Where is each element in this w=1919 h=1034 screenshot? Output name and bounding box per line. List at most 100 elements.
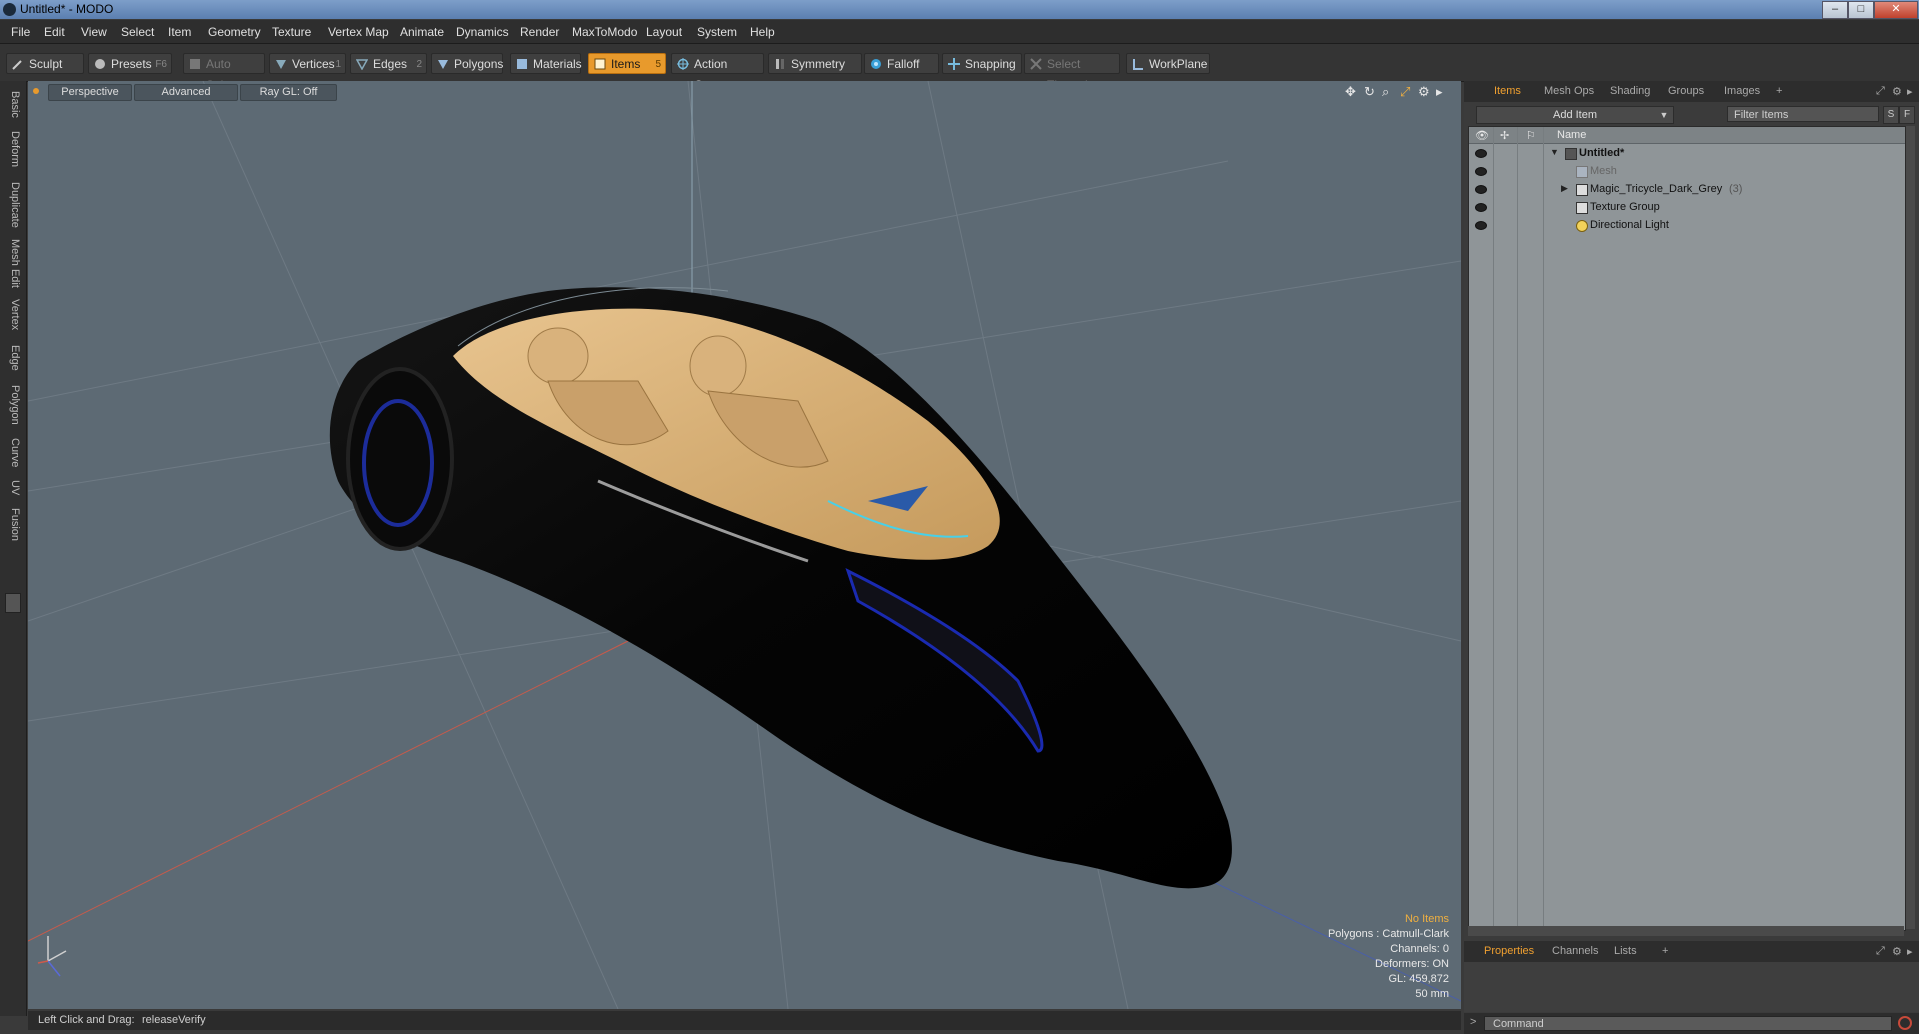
menu-item[interactable]: Item bbox=[168, 25, 191, 39]
texture-group-icon bbox=[1576, 202, 1588, 214]
menu-dynamics[interactable]: Dynamics bbox=[456, 25, 509, 39]
rotate-view-icon[interactable]: ↻ bbox=[1364, 84, 1375, 100]
vertices-button[interactable]: Vertices 1 bbox=[269, 53, 346, 74]
menu-help[interactable]: Help bbox=[750, 25, 775, 39]
filter-f-button[interactable]: F bbox=[1899, 106, 1915, 124]
tab-groups[interactable]: Groups bbox=[1668, 85, 1704, 97]
3d-viewport[interactable]: Perspective Advanced Ray GL: Off ✥ ↻ ⌕ ⤢… bbox=[28, 81, 1461, 1009]
polygons-button[interactable]: Polygons bbox=[431, 53, 503, 74]
maximize-button[interactable]: □ bbox=[1848, 1, 1874, 19]
render-column-icon[interactable]: ⚐ bbox=[1526, 129, 1536, 142]
zoom-view-icon[interactable]: ⌕ bbox=[1382, 84, 1389, 100]
snapping-button[interactable]: Snapping bbox=[942, 53, 1022, 74]
pop-out-icon[interactable]: ⤢ bbox=[1876, 85, 1885, 98]
menu-geometry[interactable]: Geometry bbox=[208, 25, 261, 39]
menu-vertex-map[interactable]: Vertex Map bbox=[328, 25, 389, 39]
panel-gear-icon[interactable]: ⚙ bbox=[1892, 945, 1902, 958]
presets-button[interactable]: Presets F6 bbox=[88, 53, 172, 74]
panel-gear-icon[interactable]: ⚙ bbox=[1892, 85, 1902, 98]
items-button[interactable]: Items 5 bbox=[588, 53, 666, 74]
tab-duplicate[interactable]: Duplicate bbox=[3, 179, 21, 231]
tab-mesh-edit[interactable]: Mesh Edit bbox=[3, 237, 21, 289]
raygl-toggle[interactable]: Ray GL: Off bbox=[240, 84, 337, 101]
menu-edit[interactable]: Edit bbox=[44, 25, 65, 39]
tab-collapse-handle[interactable] bbox=[5, 593, 21, 613]
list-item[interactable]: Mesh bbox=[1469, 163, 1905, 181]
menu-file[interactable]: File bbox=[11, 25, 30, 39]
select-through-button[interactable]: Select Through bbox=[1024, 53, 1120, 92]
item-list-hscrollbar[interactable] bbox=[1468, 926, 1904, 936]
menu-select[interactable]: Select bbox=[121, 25, 154, 39]
status-hint: Left Click and Drag: bbox=[38, 1014, 135, 1026]
tab-curve[interactable]: Curve bbox=[3, 435, 21, 471]
menu-layout[interactable]: Layout bbox=[646, 25, 682, 39]
filter-items-input[interactable]: Filter Items bbox=[1727, 106, 1879, 122]
record-icon[interactable] bbox=[1898, 1016, 1912, 1030]
menu-animate[interactable]: Animate bbox=[400, 25, 444, 39]
action-center-button[interactable]: Action Center bbox=[671, 53, 764, 92]
eye-icon[interactable] bbox=[1475, 167, 1487, 176]
symmetry-button[interactable]: Symmetry bbox=[768, 53, 862, 74]
items-icon bbox=[594, 58, 606, 70]
tab-lists[interactable]: Lists bbox=[1614, 945, 1637, 957]
panel-menu-arrow-icon[interactable]: ▸ bbox=[1907, 945, 1913, 958]
tab-edge[interactable]: Edge bbox=[3, 341, 21, 375]
lock-column-icon[interactable]: ✢ bbox=[1500, 129, 1509, 142]
list-item[interactable]: ▶ Magic_Tricycle_Dark_Grey (3) bbox=[1469, 181, 1905, 199]
gear-icon[interactable]: ⚙ bbox=[1418, 84, 1430, 100]
maximize-view-icon[interactable]: ⤢ bbox=[1400, 84, 1410, 100]
panel-menu-arrow-icon[interactable]: ▸ bbox=[1907, 85, 1913, 98]
tab-basic[interactable]: Basic bbox=[3, 87, 21, 121]
tab-items[interactable]: Items bbox=[1494, 85, 1521, 97]
edges-button[interactable]: Edges 2 bbox=[350, 53, 427, 74]
tab-vertex[interactable]: Vertex bbox=[3, 295, 21, 335]
expand-arrow-icon[interactable]: ▼ bbox=[1550, 147, 1559, 157]
add-item-button[interactable]: Add Item bbox=[1476, 106, 1674, 124]
tab-properties[interactable]: Properties bbox=[1484, 945, 1534, 957]
eye-icon[interactable] bbox=[1475, 185, 1487, 194]
tab-channels[interactable]: Channels bbox=[1552, 945, 1598, 957]
minimize-button[interactable]: – bbox=[1822, 1, 1848, 19]
add-tab-icon[interactable]: + bbox=[1662, 945, 1668, 957]
eye-icon[interactable] bbox=[1475, 203, 1487, 212]
menu-system[interactable]: System bbox=[697, 25, 737, 39]
move-view-icon[interactable]: ✥ bbox=[1345, 84, 1356, 100]
tab-fusion[interactable]: Fusion bbox=[3, 505, 21, 545]
eye-icon[interactable] bbox=[1475, 149, 1487, 158]
tab-shading[interactable]: Shading bbox=[1610, 85, 1650, 97]
name-column-header[interactable]: Name bbox=[1557, 129, 1586, 141]
falloff-button[interactable]: Falloff bbox=[864, 53, 939, 74]
list-item[interactable]: ▼ Untitled* bbox=[1469, 145, 1905, 163]
tab-deform[interactable]: Deform bbox=[3, 127, 21, 171]
menu-texture[interactable]: Texture bbox=[272, 25, 311, 39]
menu-render[interactable]: Render bbox=[520, 25, 559, 39]
item-list-scrollbar[interactable] bbox=[1906, 126, 1915, 929]
eye-icon[interactable] bbox=[1475, 221, 1487, 230]
auto-select-button[interactable]: Auto Select bbox=[183, 53, 265, 92]
materials-button[interactable]: Materials bbox=[510, 53, 582, 74]
tab-uv[interactable]: UV bbox=[3, 477, 21, 499]
menu-view[interactable]: View bbox=[81, 25, 107, 39]
gl-info: GL: 459,872 bbox=[1388, 973, 1449, 985]
tab-polygon[interactable]: Polygon bbox=[3, 381, 21, 429]
add-tab-icon[interactable]: + bbox=[1776, 85, 1782, 97]
menu-maxtomodo[interactable]: MaxToModo bbox=[572, 25, 637, 39]
sculpt-button[interactable]: Sculpt bbox=[6, 53, 84, 74]
shading-mode-dropdown[interactable]: Advanced bbox=[134, 84, 238, 101]
workplane-button[interactable]: WorkPlane bbox=[1126, 53, 1210, 74]
close-button[interactable]: ✕ bbox=[1874, 1, 1918, 19]
filter-s-button[interactable]: S bbox=[1883, 106, 1899, 124]
expand-arrow-icon[interactable]: ▶ bbox=[1561, 183, 1568, 194]
action-center-icon bbox=[677, 58, 689, 70]
expand-arrow-icon[interactable]: ▸ bbox=[1436, 84, 1443, 100]
tab-mesh-ops[interactable]: Mesh Ops bbox=[1544, 85, 1594, 97]
command-input[interactable]: Command bbox=[1484, 1016, 1892, 1031]
view-mode-dropdown[interactable]: Perspective bbox=[48, 84, 132, 101]
add-item-dropdown-arrow-icon[interactable]: ▼ bbox=[1656, 106, 1672, 122]
list-item[interactable]: Texture Group bbox=[1469, 199, 1905, 217]
list-item[interactable]: Directional Light bbox=[1469, 217, 1905, 235]
tab-images[interactable]: Images bbox=[1724, 85, 1760, 97]
modo-app-icon bbox=[3, 3, 16, 16]
pop-out-icon[interactable]: ⤢ bbox=[1876, 945, 1885, 958]
visibility-column-icon[interactable]: 👁 bbox=[1475, 129, 1489, 142]
